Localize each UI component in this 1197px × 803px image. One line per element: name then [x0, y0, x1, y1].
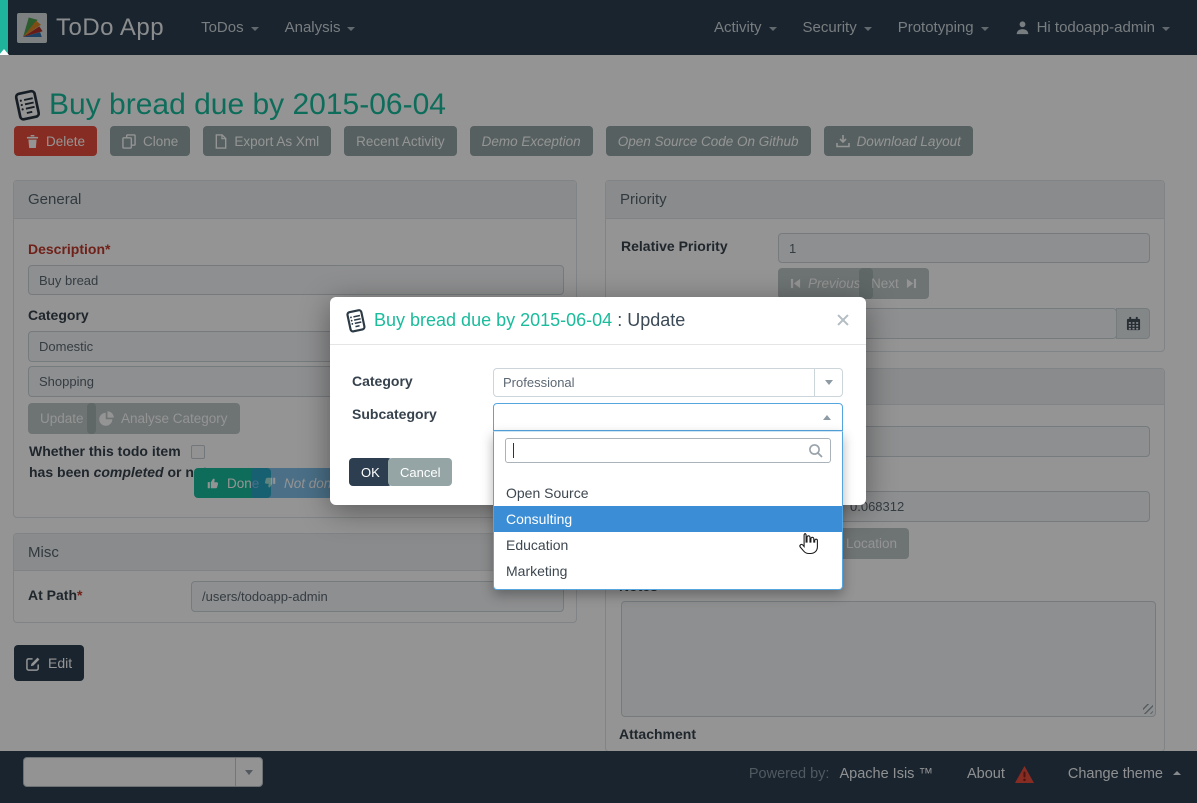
close-icon[interactable] — [834, 311, 852, 329]
debug-bar[interactable] — [0, 0, 8, 55]
dropdown-options: Open Source Consulting Education Marketi… — [494, 480, 842, 584]
dropdown-search-input[interactable] — [505, 438, 831, 463]
todo-item-icon — [346, 309, 366, 333]
subcategory-select[interactable] — [493, 403, 843, 431]
dropdown-option-highlighted[interactable]: Consulting — [494, 506, 842, 532]
ok-button[interactable]: OK — [349, 458, 392, 486]
app-window: ToDo App ToDos Analysis Activity Securit… — [0, 0, 1197, 803]
modal-category-select[interactable]: Professional — [493, 368, 843, 397]
dialog-object-title: Buy bread due by 2015-06-04 — [374, 310, 612, 331]
modal-subcategory-label: Subcategory — [352, 406, 437, 422]
subcategory-select-open: Open Source Consulting Education Marketi… — [493, 403, 843, 590]
mouse-cursor-icon — [797, 532, 819, 556]
modal-category-label: Category — [352, 373, 413, 389]
dialog-action-title: : Update — [617, 310, 685, 331]
dropdown-option[interactable]: Open Source — [494, 480, 842, 506]
search-icon — [808, 443, 824, 459]
dropdown-option[interactable]: Marketing — [494, 558, 842, 584]
cancel-button[interactable]: Cancel — [388, 458, 452, 486]
text-cursor — [513, 443, 514, 458]
chevron-up-icon — [823, 415, 831, 420]
dialog-header[interactable]: Buy bread due by 2015-06-04 : Update — [330, 297, 866, 345]
chevron-down-icon — [814, 369, 842, 396]
dropdown-option[interactable]: Education — [494, 532, 842, 558]
debug-bar-expand-icon[interactable] — [0, 49, 9, 55]
subcategory-dropdown: Open Source Consulting Education Marketi… — [493, 431, 843, 590]
